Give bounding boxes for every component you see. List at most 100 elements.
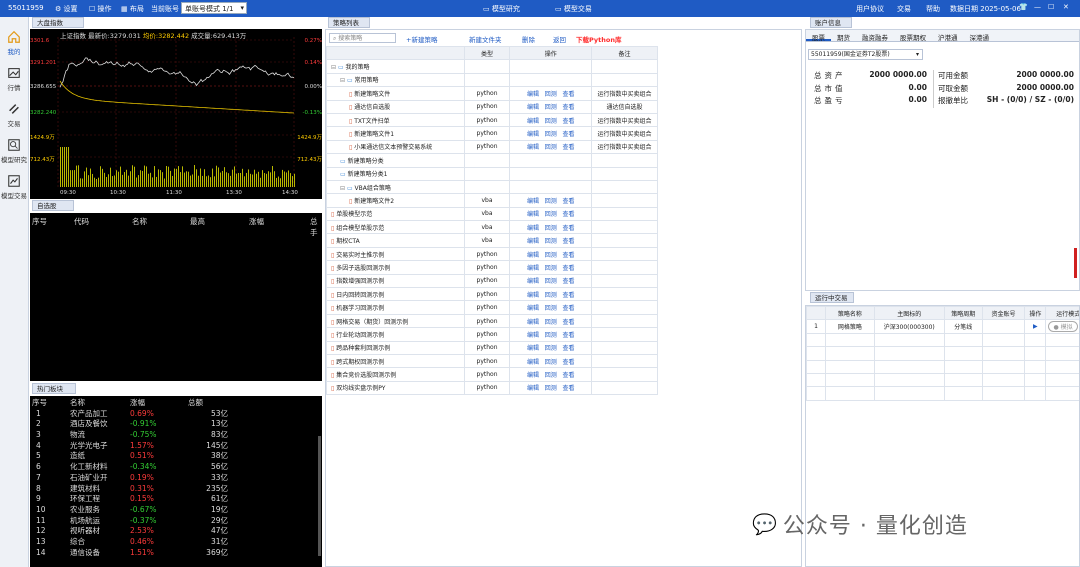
edit-link[interactable]: 编辑 xyxy=(527,104,539,111)
strategy-row[interactable]: ▭ 新建策略分类1 xyxy=(326,166,658,181)
hot-row[interactable]: 9 环保工程 0.15% 61亿 xyxy=(30,494,322,505)
view-link[interactable]: 查看 xyxy=(562,198,574,205)
nav-trade[interactable]: 交易 xyxy=(0,97,28,133)
strategy-row[interactable]: ▯ 网格交易（期货）回测示例 python 编辑 回测 查看 xyxy=(326,313,658,329)
view-link[interactable]: 查看 xyxy=(562,319,574,326)
view-link[interactable]: 查看 xyxy=(562,385,574,392)
edit-link[interactable]: 编辑 xyxy=(527,359,539,366)
mode-toggle[interactable]: ● 模拟 xyxy=(1048,321,1078,333)
download-python-button[interactable]: 下载Python库 xyxy=(576,34,621,44)
strategy-row[interactable]: ▯ 单股模型示范 vba 编辑 回测 查看 xyxy=(326,206,658,222)
edit-link[interactable]: 编辑 xyxy=(527,292,539,299)
view-link[interactable]: 查看 xyxy=(562,211,574,218)
minimize-icon[interactable]: — xyxy=(1034,3,1041,11)
account-tab[interactable]: 股票 xyxy=(806,30,831,42)
strategy-row[interactable]: ⊟ ▭ VBA组合策略 xyxy=(326,179,658,195)
hot-row[interactable]: 5 造纸 0.51% 38亿 xyxy=(30,451,322,462)
backtest-link[interactable]: 回测 xyxy=(545,131,557,138)
skin-icon[interactable]: 👕 xyxy=(1019,3,1028,11)
play-icon[interactable]: ▶ xyxy=(1033,323,1038,330)
collapse-icon[interactable]: ⊟ xyxy=(340,185,345,192)
backtest-link[interactable]: 回测 xyxy=(545,211,557,218)
hot-row[interactable]: 8 建筑材料 0.31% 235亿 xyxy=(30,484,322,495)
strategy-row[interactable]: ▯ 新建策略文件 python 编辑 回测 查看 运行指数中买卖组合 xyxy=(326,86,658,101)
edit-link[interactable]: 编辑 xyxy=(527,144,539,151)
view-link[interactable]: 查看 xyxy=(562,332,574,339)
collapse-icon[interactable]: ⊟ xyxy=(331,64,336,71)
running-row[interactable]: 1 网格策略 沪深300(000300) 分笔线 ▶ ● 模拟 xyxy=(806,319,1079,334)
strategy-search-input[interactable]: ⌕ 搜索策略 xyxy=(329,33,396,43)
strategy-row[interactable]: ▯ 跨式期权回测示例 python 编辑 回测 查看 xyxy=(326,353,658,369)
view-link[interactable]: 查看 xyxy=(562,265,574,272)
edit-link[interactable]: 编辑 xyxy=(527,385,539,392)
edit-link[interactable]: 编辑 xyxy=(527,278,539,285)
layout-button[interactable]: ▦ 布局 xyxy=(121,4,144,14)
backtest-link[interactable]: 回测 xyxy=(545,91,557,98)
edit-link[interactable]: 编辑 xyxy=(527,345,539,352)
hot-row[interactable]: 3 物流 -0.75% 83亿 xyxy=(30,430,322,441)
hot-row[interactable]: 1 农产品加工 0.69% 53亿 xyxy=(30,409,322,420)
strategy-row[interactable]: ▯ 机器学习回测示例 python 编辑 回测 查看 xyxy=(326,300,658,315)
tab-model-research[interactable]: ▭ 模型研究 xyxy=(483,4,520,14)
view-link[interactable]: 查看 xyxy=(562,225,574,232)
edit-link[interactable]: 编辑 xyxy=(527,211,539,218)
edit-link[interactable]: 编辑 xyxy=(527,265,539,272)
edit-link[interactable]: 编辑 xyxy=(527,198,539,205)
edit-link[interactable]: 编辑 xyxy=(527,238,539,245)
strategy-row[interactable]: ▯ 集合竞价选股回测示例 python 编辑 回测 查看 xyxy=(326,367,658,382)
strategy-row[interactable]: ▯ 组合模型单股示范 vba 编辑 回测 查看 xyxy=(326,220,658,235)
backtest-link[interactable]: 回测 xyxy=(545,265,557,272)
backtest-link[interactable]: 回测 xyxy=(545,332,557,339)
hot-row[interactable]: 14 通信设备 1.51% 369亿 xyxy=(30,548,322,559)
edit-link[interactable]: 编辑 xyxy=(527,319,539,326)
hot-row[interactable]: 4 光学光电子 1.57% 145亿 xyxy=(30,441,322,452)
backtest-link[interactable]: 回测 xyxy=(545,385,557,392)
hot-row[interactable]: 6 化工新材料 -0.34% 56亿 xyxy=(30,462,322,473)
backtest-link[interactable]: 回测 xyxy=(545,345,557,352)
backtest-link[interactable]: 回测 xyxy=(545,198,557,205)
account-tab[interactable]: 深港通 xyxy=(964,30,996,42)
back-button[interactable]: 返回 xyxy=(553,34,566,44)
strategy-row[interactable]: ▯ 期权CTA vba 编辑 回测 查看 xyxy=(326,233,658,248)
hot-row[interactable]: 7 石油矿业开 0.19% 33亿 xyxy=(30,473,322,484)
nav-model-trading[interactable]: 模型交易 xyxy=(0,169,28,205)
edit-link[interactable]: 编辑 xyxy=(527,372,539,379)
view-link[interactable]: 查看 xyxy=(562,345,574,352)
strategy-row[interactable]: ▯ 新建策略文件2 vba 编辑 回测 查看 xyxy=(326,193,658,208)
view-link[interactable]: 查看 xyxy=(562,305,574,312)
nav-market[interactable]: 行情 xyxy=(0,61,28,97)
backtest-link[interactable]: 回测 xyxy=(545,118,557,125)
mode-select[interactable]: 单账号模式 1/1 ▾ xyxy=(181,2,247,14)
tab-model-trading[interactable]: ▭ 模型交易 xyxy=(555,4,592,14)
strategy-row[interactable]: ▯ 通达信自选股 python 编辑 回测 查看 通达信自选股 xyxy=(326,99,658,114)
backtest-link[interactable]: 回测 xyxy=(545,359,557,366)
strategy-row[interactable]: ▯ 指数增强回测示例 python 编辑 回测 查看 xyxy=(326,273,658,289)
account-select[interactable]: 55011959(国金证券T2股票) ▾ xyxy=(808,49,923,60)
edit-link[interactable]: 编辑 xyxy=(527,91,539,98)
backtest-link[interactable]: 回测 xyxy=(545,372,557,379)
collapse-icon[interactable]: ⊟ xyxy=(340,77,345,84)
view-link[interactable]: 查看 xyxy=(562,359,574,366)
settings-button[interactable]: ⚙ 设置 xyxy=(55,4,78,14)
strategy-row[interactable]: ▯ 小果通达信文本预警交易系统 python 编辑 回测 查看 运行指数中买卖组合 xyxy=(326,139,658,155)
user-agreement-link[interactable]: 用户协议 xyxy=(856,4,884,14)
backtest-link[interactable]: 回测 xyxy=(545,278,557,285)
account-tab[interactable]: 期货 xyxy=(831,30,856,42)
backtest-link[interactable]: 回测 xyxy=(545,238,557,245)
edit-link[interactable]: 编辑 xyxy=(527,252,539,259)
view-link[interactable]: 查看 xyxy=(562,372,574,379)
help-link[interactable]: 帮助 xyxy=(926,4,940,14)
hot-row[interactable]: 13 综合 0.46% 31亿 xyxy=(30,537,322,548)
edit-link[interactable]: 编辑 xyxy=(527,305,539,312)
hot-row[interactable]: 2 酒店及餐饮 -0.91% 13亿 xyxy=(30,419,322,430)
view-link[interactable]: 查看 xyxy=(562,118,574,125)
strategy-row[interactable]: ▯ 跨品种套利回测示例 python 编辑 回测 查看 xyxy=(326,340,658,355)
strategy-row[interactable]: ▯ 交易实时主推示例 python 编辑 回测 查看 xyxy=(326,246,658,262)
nav-model-research[interactable]: 模型研究 xyxy=(0,133,28,169)
hot-row[interactable]: 10 农业服务 -0.67% 19亿 xyxy=(30,505,322,516)
backtest-link[interactable]: 回测 xyxy=(545,252,557,259)
view-link[interactable]: 查看 xyxy=(562,238,574,245)
edit-link[interactable]: 编辑 xyxy=(527,332,539,339)
edit-link[interactable]: 编辑 xyxy=(527,118,539,125)
delete-button[interactable]: 删除 xyxy=(522,34,535,44)
